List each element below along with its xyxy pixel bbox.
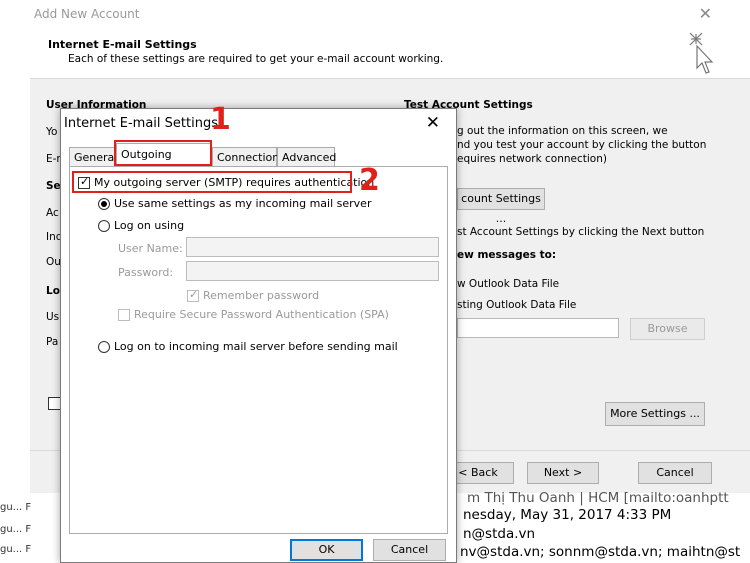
mail-list-item[interactable]: gu... F bbox=[0, 544, 31, 555]
step-number-1: 1 bbox=[210, 102, 231, 137]
email-to-line: n@stda.vn bbox=[463, 526, 536, 542]
tab-general[interactable]: General bbox=[69, 147, 117, 166]
tab-connection[interactable]: Connection bbox=[212, 147, 279, 166]
highlight-outgoing-tab bbox=[114, 140, 212, 166]
spa-label: Require Secure Password Authentication (… bbox=[134, 308, 389, 321]
password-input[interactable] bbox=[186, 261, 439, 281]
remember-password-label: Remember password bbox=[203, 289, 320, 302]
bg-label-fragment: Pa bbox=[46, 336, 59, 348]
close-icon[interactable]: ✕ bbox=[699, 4, 712, 23]
bg-label-fragment: Lo bbox=[46, 285, 60, 297]
wizard-cursor-icon bbox=[689, 32, 714, 74]
bg-label-fragment: Se bbox=[46, 180, 61, 192]
mail-list-item[interactable]: gu... F bbox=[0, 502, 31, 513]
use-same-settings-label: Use same settings as my incoming mail se… bbox=[114, 197, 372, 210]
checkmark-icon: ✓ bbox=[189, 288, 199, 301]
test-info-line: g out the information on this screen, we bbox=[457, 125, 668, 137]
highlight-smtp-auth bbox=[72, 171, 352, 193]
bg-label-fragment: Ou bbox=[46, 256, 61, 268]
spa-checkbox[interactable] bbox=[118, 309, 130, 321]
ok-button[interactable]: OK bbox=[290, 539, 363, 561]
log-on-using-label: Log on using bbox=[114, 219, 185, 232]
log-on-using-radio[interactable] bbox=[98, 220, 110, 232]
data-file-path-input[interactable] bbox=[457, 318, 619, 338]
log-on-incoming-radio[interactable] bbox=[98, 341, 110, 353]
username-input[interactable] bbox=[186, 237, 439, 257]
bg-label-fragment: Ac bbox=[46, 207, 59, 219]
outgoing-server-panel: ✓ My outgoing server (SMTP) requires aut… bbox=[69, 166, 448, 534]
dialog-title: Internet E-mail Settings bbox=[64, 116, 218, 131]
radio-dot-icon bbox=[101, 201, 107, 207]
password-label: Password: bbox=[118, 266, 174, 279]
window-title: Add New Account bbox=[34, 7, 140, 21]
auto-test-label: st Account Settings by clicking the Next… bbox=[457, 226, 705, 238]
next-button[interactable]: Next > bbox=[527, 462, 599, 484]
option-new-data-file[interactable]: w Outlook Data File bbox=[457, 278, 559, 290]
test-info-line: equires network connection) bbox=[457, 153, 607, 165]
browse-button[interactable]: Browse bbox=[630, 318, 705, 340]
email-date-line: nesday, May 31, 2017 4:33 PM bbox=[463, 507, 672, 523]
email-cc-line: nv@stda.vn; sonnm@stda.vn; maihtn@st bbox=[460, 544, 741, 560]
option-existing-data-file[interactable]: sting Outlook Data File bbox=[457, 299, 576, 311]
deliver-messages-heading: ew messages to: bbox=[457, 249, 557, 261]
wizard-header: Internet E-mail Settings Each of these s… bbox=[30, 30, 750, 79]
wizard-cancel-button[interactable]: Cancel bbox=[638, 462, 712, 484]
remember-password-checkbox[interactable]: ✓ bbox=[187, 288, 199, 302]
use-same-settings-radio[interactable] bbox=[98, 198, 110, 210]
close-icon[interactable]: ✕ bbox=[426, 113, 440, 133]
tab-advanced[interactable]: Advanced bbox=[277, 147, 336, 166]
email-sender-line: m Thị Thu Oanh | HCM [mailto:oanhptt bbox=[467, 490, 729, 506]
test-account-settings-button[interactable]: count Settings ... bbox=[457, 188, 545, 225]
username-label: User Name: bbox=[118, 242, 183, 255]
test-info-line: nd you test your account by clicking the… bbox=[457, 139, 707, 151]
bg-label-fragment: Us bbox=[46, 311, 60, 323]
header-title: Internet E-mail Settings bbox=[48, 38, 197, 51]
bg-label-fragment: Yo bbox=[46, 126, 58, 138]
dialog-cancel-button[interactable]: Cancel bbox=[373, 539, 446, 561]
mail-list-item[interactable]: gu... F bbox=[0, 524, 31, 535]
log-on-incoming-label: Log on to incoming mail server before se… bbox=[114, 340, 398, 353]
step-number-2: 2 bbox=[359, 163, 380, 198]
more-settings-button[interactable]: More Settings ... bbox=[605, 402, 705, 426]
header-subtitle: Each of these settings are required to g… bbox=[68, 53, 444, 65]
window-titlebar: Add New Account ✕ bbox=[30, 0, 750, 30]
